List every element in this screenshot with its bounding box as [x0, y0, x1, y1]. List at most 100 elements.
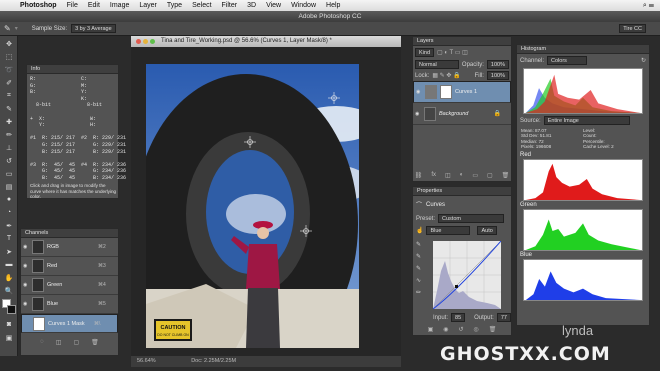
- layer-row-selected[interactable]: ◉ Curves 1: [413, 81, 511, 103]
- workspace-select[interactable]: Tire CC: [619, 24, 646, 33]
- refresh-icon[interactable]: ↻: [641, 57, 646, 64]
- marquee-tool-icon[interactable]: ⬚: [2, 51, 16, 62]
- auto-button[interactable]: Auto: [477, 226, 497, 235]
- hand-adjust-icon[interactable]: ☝: [416, 227, 423, 234]
- close-icon[interactable]: [136, 39, 141, 44]
- save-selection-icon[interactable]: ◫: [56, 339, 62, 346]
- gray-point-eyedropper-icon[interactable]: ✎: [416, 253, 421, 260]
- path-select-tool-icon[interactable]: ➤: [2, 246, 16, 257]
- menu-help[interactable]: Help: [322, 2, 346, 9]
- pencil-icon[interactable]: ✏: [416, 289, 421, 296]
- lock-icons[interactable]: ▦ ✎ ✥ 🔒: [432, 72, 460, 79]
- menu-filter[interactable]: Filter: [218, 2, 244, 9]
- move-tool-icon[interactable]: ✥: [2, 38, 16, 49]
- new-layer-icon[interactable]: ▢: [487, 172, 493, 179]
- histogram-channel-select[interactable]: Colors: [547, 56, 588, 65]
- histogram-tab[interactable]: Histogram: [517, 45, 649, 54]
- info-tab[interactable]: Info: [27, 65, 118, 74]
- menu-window[interactable]: Window: [287, 2, 322, 9]
- crop-tool-icon[interactable]: ⌗: [2, 90, 16, 101]
- eye-icon[interactable]: ◉: [23, 263, 29, 269]
- eye-icon[interactable]: ◉: [23, 301, 29, 307]
- new-channel-icon[interactable]: ▢: [73, 339, 79, 346]
- eye-icon[interactable]: ◉: [23, 282, 29, 288]
- reset-icon[interactable]: ↺: [459, 326, 464, 333]
- folder-icon[interactable]: ▭: [472, 172, 478, 179]
- photo-canvas[interactable]: CAUTION DO NOT CLIMB ON: [146, 64, 359, 348]
- spotlight-icon[interactable]: ⌕ ☰: [643, 2, 660, 10]
- channel-row[interactable]: ◉ Red ⌘3: [21, 257, 118, 276]
- fx-icon[interactable]: fx: [431, 172, 436, 179]
- visibility-icon[interactable]: ◎: [474, 326, 479, 333]
- trash-icon[interactable]: 🗑: [502, 172, 510, 179]
- channel-row[interactable]: ◉ RGB ⌘2: [21, 238, 118, 257]
- channel-row-selected[interactable]: Curves 1 Mask ⌘\: [21, 314, 118, 333]
- properties-tab[interactable]: Properties: [413, 187, 511, 196]
- dodge-tool-icon[interactable]: ◔: [2, 207, 16, 218]
- add-mask-icon[interactable]: ◫: [445, 172, 451, 179]
- shape-tool-icon[interactable]: ▬: [2, 259, 16, 270]
- link-icon[interactable]: ⛓: [415, 172, 423, 179]
- view-previous-icon[interactable]: ◉: [443, 326, 448, 333]
- sample-size-select[interactable]: 3 by 3 Average: [71, 24, 116, 33]
- menu-app[interactable]: Photoshop: [16, 2, 63, 9]
- menu-layer[interactable]: Layer: [135, 2, 163, 9]
- eyedropper-tool-icon[interactable]: ✎: [2, 103, 16, 114]
- new-adjustment-icon[interactable]: ◐: [460, 172, 464, 179]
- stamp-tool-icon[interactable]: ⊥: [2, 142, 16, 153]
- channel-select[interactable]: Blue: [426, 226, 471, 235]
- trash-icon[interactable]: 🗑: [91, 339, 99, 346]
- output-field[interactable]: 77: [496, 313, 511, 322]
- gradient-tool-icon[interactable]: ▤: [2, 181, 16, 192]
- healing-tool-icon[interactable]: ✚: [2, 116, 16, 127]
- doc-size[interactable]: Doc: 2.25M/2.25M: [191, 358, 236, 364]
- blur-tool-icon[interactable]: ●: [2, 194, 16, 205]
- clip-to-layer-icon[interactable]: ▣: [428, 326, 434, 333]
- menu-view[interactable]: View: [262, 2, 287, 9]
- minimize-icon[interactable]: [143, 39, 148, 44]
- document-title-bar[interactable]: Tina and Tire_Working.psd @ 56.6% (Curve…: [131, 36, 401, 47]
- white-point-eyedropper-icon[interactable]: ✎: [416, 265, 421, 272]
- channels-tab[interactable]: Channels: [21, 229, 118, 238]
- eye-icon[interactable]: ◉: [415, 111, 421, 117]
- source-select[interactable]: Entire Image: [543, 116, 630, 125]
- fill-field[interactable]: 100%: [486, 71, 509, 80]
- menu-select[interactable]: Select: [188, 2, 217, 9]
- blend-mode-select[interactable]: Normal: [415, 60, 459, 69]
- brush-tool-icon[interactable]: ✏: [2, 129, 16, 140]
- layer-kind-filter[interactable]: Kind: [415, 48, 435, 57]
- eraser-tool-icon[interactable]: ▭: [2, 168, 16, 179]
- curve-point-icon[interactable]: ∿: [416, 277, 421, 284]
- history-brush-tool-icon[interactable]: ↺: [2, 155, 16, 166]
- preset-select[interactable]: Custom: [438, 214, 505, 223]
- lasso-tool-icon[interactable]: ➰: [2, 64, 16, 75]
- menu-3d[interactable]: 3D: [243, 2, 262, 9]
- black-point-eyedropper-icon[interactable]: ✎: [416, 241, 421, 248]
- screen-mode-icon[interactable]: ▣: [2, 332, 16, 343]
- curves-graph[interactable]: [433, 241, 501, 309]
- zoom-level[interactable]: 56.64%: [137, 358, 156, 364]
- menu-image[interactable]: Image: [106, 2, 135, 9]
- opacity-field[interactable]: 100%: [486, 60, 509, 69]
- layers-tab[interactable]: Layers: [413, 37, 511, 46]
- eyedropper-tool-icon[interactable]: ✎: [4, 24, 11, 33]
- load-selection-icon[interactable]: ◌: [40, 339, 44, 346]
- pen-tool-icon[interactable]: ✒: [2, 220, 16, 231]
- channel-row[interactable]: ◉ Green ⌘4: [21, 276, 118, 295]
- trash-icon[interactable]: 🗑: [489, 326, 497, 333]
- menu-edit[interactable]: Edit: [84, 2, 106, 9]
- type-tool-icon[interactable]: T: [2, 233, 16, 244]
- input-field[interactable]: 85: [451, 313, 466, 322]
- layer-row[interactable]: ◉ Background 🔒: [413, 103, 511, 125]
- hand-tool-icon[interactable]: ✋: [2, 272, 16, 283]
- zoom-tool-icon[interactable]: 🔍: [2, 285, 16, 296]
- quick-select-tool-icon[interactable]: ✐: [2, 77, 16, 88]
- layer-mask-thumbnail[interactable]: [440, 85, 452, 99]
- quick-mask-icon[interactable]: ◙: [2, 319, 16, 330]
- channel-row[interactable]: ◉ Blue ⌘5: [21, 295, 118, 314]
- filter-icons[interactable]: ▢ ◐ T ▭ ◫: [437, 49, 468, 56]
- zoom-icon[interactable]: [150, 39, 155, 44]
- eye-icon[interactable]: ◉: [416, 88, 422, 96]
- menu-type[interactable]: Type: [163, 2, 188, 9]
- eye-icon[interactable]: ◉: [23, 244, 29, 250]
